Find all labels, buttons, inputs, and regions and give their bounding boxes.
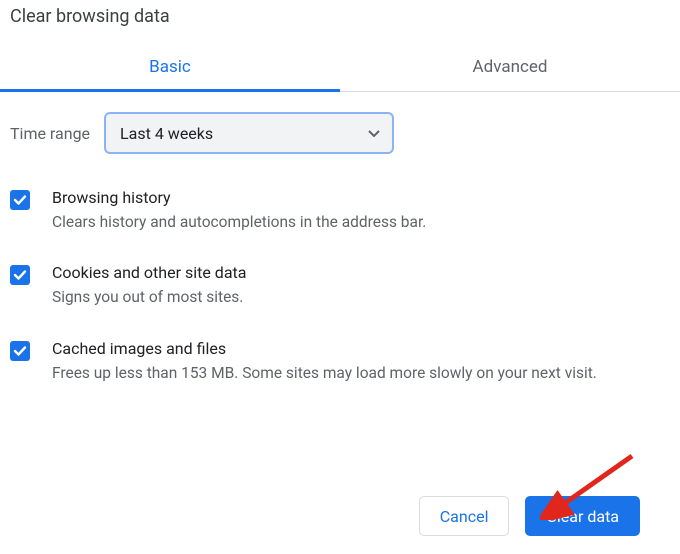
check-icon (13, 193, 27, 207)
dialog-actions: Cancel Clear data (419, 496, 640, 536)
time-range-select[interactable]: Last 4 weeks (104, 112, 394, 154)
check-icon (13, 344, 27, 358)
option-row: Cached images and files Frees up less th… (10, 319, 670, 394)
dialog-title: Clear browsing data (0, 0, 680, 27)
option-title: Cookies and other site data (52, 263, 670, 282)
options-list: Browsing history Clears history and auto… (0, 158, 680, 394)
option-title: Browsing history (52, 188, 670, 207)
option-row: Browsing history Clears history and auto… (10, 168, 670, 243)
option-description: Clears history and autocompletions in th… (52, 211, 670, 233)
option-description: Frees up less than 153 MB. Some sites ma… (52, 362, 670, 384)
tab-basic[interactable]: Basic (0, 45, 340, 91)
option-row: Cookies and other site data Signs you ou… (10, 243, 670, 318)
check-icon (13, 268, 27, 282)
checkbox-cache[interactable] (10, 341, 30, 361)
option-title: Cached images and files (52, 339, 670, 358)
time-range-value: Last 4 weeks (120, 124, 213, 143)
tab-advanced[interactable]: Advanced (340, 45, 680, 91)
checkbox-browsing-history[interactable] (10, 190, 30, 210)
tab-bar: Basic Advanced (0, 45, 680, 92)
option-description: Signs you out of most sites. (52, 286, 670, 308)
checkbox-cookies[interactable] (10, 265, 30, 285)
cancel-button[interactable]: Cancel (419, 496, 510, 536)
clear-data-button[interactable]: Clear data (525, 496, 640, 536)
time-range-row: Time range Last 4 weeks (0, 92, 680, 158)
time-range-label: Time range (10, 124, 90, 143)
